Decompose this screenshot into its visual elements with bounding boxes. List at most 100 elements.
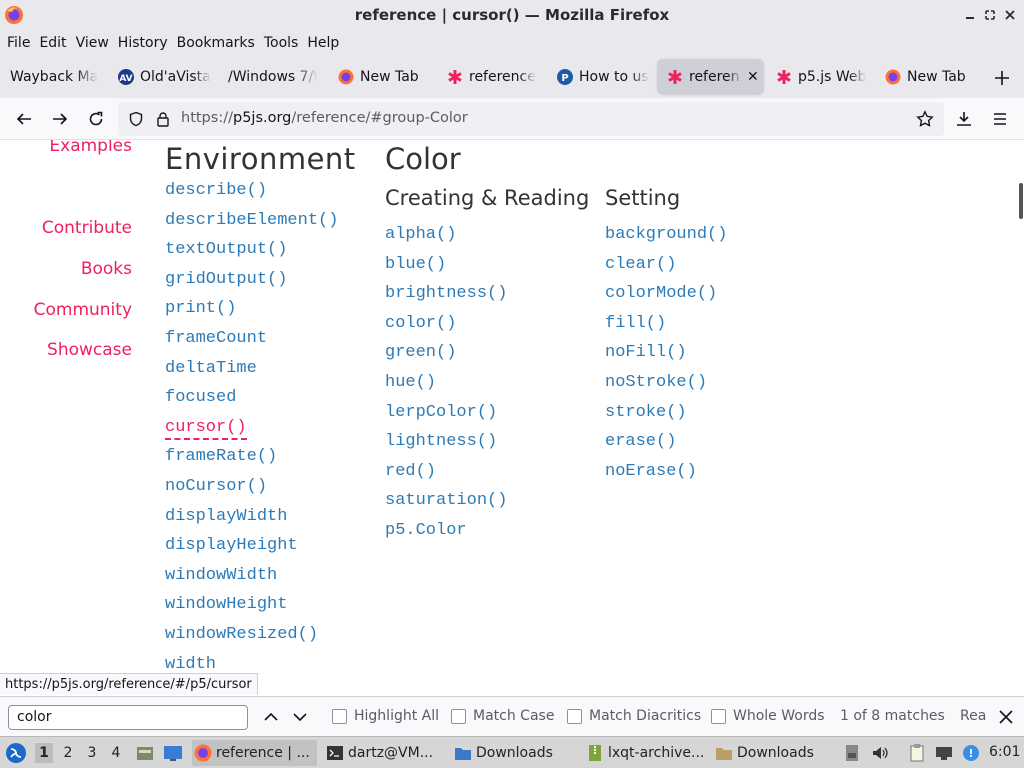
tab-altavista[interactable]: AV Old'aVista [118, 60, 216, 94]
environment-ref-link[interactable]: displayWidth [165, 507, 287, 526]
environment-ref-link[interactable]: width [165, 655, 216, 674]
updates-icon[interactable]: ! [961, 743, 981, 763]
menu-edit[interactable]: Edit [32, 35, 66, 51]
setting-ref-link[interactable]: noErase() [605, 462, 697, 481]
setting-ref-link[interactable]: stroke() [605, 403, 687, 422]
hamburger-menu-icon[interactable] [988, 107, 1012, 131]
clipboard-icon[interactable] [907, 743, 927, 763]
menu-help[interactable]: Help [300, 35, 339, 51]
tab-p5js-web[interactable]: p5.js Web [776, 60, 868, 94]
environment-ref-link[interactable]: describe() [165, 181, 267, 200]
checkbox-box[interactable] [567, 708, 582, 724]
find-previous-chevron-up-icon[interactable] [261, 707, 281, 727]
reload-icon[interactable] [84, 107, 108, 131]
tab-how-to[interactable]: P How to us [557, 60, 649, 94]
close-window-button[interactable] [1001, 6, 1019, 24]
environment-ref-link[interactable]: displayHeight [165, 536, 298, 555]
tab-reference-1[interactable]: reference [447, 60, 545, 94]
environment-ref-link[interactable]: focused [165, 388, 236, 407]
setting-ref-link[interactable]: erase() [605, 432, 676, 451]
environment-ref-link[interactable]: frameCount [165, 329, 267, 348]
setting-ref-link[interactable]: noFill() [605, 343, 687, 362]
tab-windows7[interactable]: /Windows 7/\ [228, 60, 320, 94]
workspace-1[interactable]: 1 [35, 743, 53, 763]
show-desktop-icon[interactable] [163, 743, 183, 763]
match-diacritics-checkbox[interactable]: Match Diacritics [567, 708, 701, 724]
match-case-checkbox[interactable]: Match Case [451, 708, 554, 724]
menu-view[interactable]: View [69, 35, 109, 51]
creating-ref-link[interactable]: alpha() [385, 225, 456, 244]
checkbox-box[interactable] [451, 708, 466, 724]
environment-ref-link[interactable]: windowWidth [165, 566, 277, 585]
setting-ref-link[interactable]: clear() [605, 255, 676, 274]
sidebar-link-community[interactable]: Community [34, 300, 132, 320]
environment-ref-link[interactable]: noCursor() [165, 477, 267, 496]
taskbar-app-lxqt-archiver[interactable]: lxqt-archive... [584, 740, 708, 766]
environment-ref-link[interactable]: describeElement() [165, 211, 338, 230]
environment-ref-link[interactable]: windowResized() [165, 625, 318, 644]
creating-ref-link[interactable]: brightness() [385, 284, 507, 303]
highlight-all-checkbox[interactable]: Highlight All [332, 708, 439, 724]
bookmark-star-icon[interactable] [913, 107, 937, 131]
page-scrollbar-thumb[interactable] [1019, 183, 1023, 219]
setting-ref-link[interactable]: background() [605, 225, 727, 244]
menu-file[interactable]: File [0, 35, 30, 51]
setting-ref-link[interactable]: fill() [605, 314, 666, 333]
downloads-icon[interactable] [952, 107, 976, 131]
maximize-button[interactable] [981, 6, 999, 24]
close-tab-icon[interactable]: ✕ [747, 69, 759, 85]
volume-icon[interactable] [870, 743, 890, 763]
environment-ref-link[interactable]: textOutput() [165, 240, 287, 259]
environment-ref-link[interactable]: cursor() [165, 418, 247, 440]
environment-ref-link[interactable]: print() [165, 299, 236, 318]
tab-wayback[interactable]: Wayback Ma [10, 60, 102, 94]
workspace-3[interactable]: 3 [83, 743, 101, 763]
minimize-button[interactable] [961, 6, 979, 24]
workspace-2[interactable]: 2 [59, 743, 77, 763]
tab-reference-active[interactable]: referen ✕ [658, 60, 763, 94]
sidebar-link-contribute[interactable]: Contribute [42, 218, 132, 238]
network-icon[interactable] [934, 743, 954, 763]
creating-ref-link[interactable]: color() [385, 314, 456, 333]
start-menu-icon[interactable] [5, 742, 26, 763]
environment-ref-link[interactable]: windowHeight [165, 595, 287, 614]
sidebar-link-books[interactable]: Books [81, 259, 132, 279]
url-text[interactable]: https://p5js.org/reference/#group-Color [181, 110, 468, 126]
menu-history[interactable]: History [111, 35, 168, 51]
storage-icon[interactable] [842, 743, 862, 763]
environment-ref-link[interactable]: frameRate() [165, 447, 277, 466]
lock-icon[interactable] [155, 111, 171, 127]
checkbox-box[interactable] [711, 708, 726, 724]
shield-icon[interactable] [128, 111, 144, 127]
creating-ref-link[interactable]: p5.Color [385, 521, 467, 540]
tab-new-tab-2[interactable]: New Tab [885, 60, 975, 94]
menu-tools[interactable]: Tools [257, 35, 299, 51]
forward-arrow-icon[interactable] [48, 107, 72, 131]
sidebar-link-examples[interactable]: Examples [49, 140, 132, 156]
creating-ref-link[interactable]: green() [385, 343, 456, 362]
find-next-chevron-down-icon[interactable] [290, 707, 310, 727]
back-arrow-icon[interactable] [12, 107, 36, 131]
tab-new-tab-1[interactable]: New Tab [338, 60, 438, 94]
menu-bookmarks[interactable]: Bookmarks [170, 35, 255, 51]
taskbar-app-downloads-1[interactable]: Downloads [452, 740, 577, 766]
setting-ref-link[interactable]: noStroke() [605, 373, 707, 392]
creating-ref-link[interactable]: hue() [385, 373, 436, 392]
setting-ref-link[interactable]: colorMode() [605, 284, 717, 303]
environment-ref-link[interactable]: deltaTime [165, 359, 257, 378]
close-find-bar-icon[interactable] [996, 707, 1016, 727]
whole-words-checkbox[interactable]: Whole Words [711, 708, 825, 724]
find-input[interactable]: color [8, 705, 248, 730]
taskbar-app-terminal[interactable]: dartz@VM... [324, 740, 444, 766]
taskbar-app-downloads-2[interactable]: Downloads [713, 740, 833, 766]
taskbar-app-firefox[interactable]: reference | ... [192, 740, 317, 766]
creating-ref-link[interactable]: red() [385, 462, 436, 481]
address-bar[interactable]: https://p5js.org/reference/#group-Color [118, 102, 944, 136]
file-manager-icon[interactable] [135, 743, 155, 763]
creating-ref-link[interactable]: blue() [385, 255, 446, 274]
environment-ref-link[interactable]: gridOutput() [165, 270, 287, 289]
creating-ref-link[interactable]: lerpColor() [385, 403, 497, 422]
creating-ref-link[interactable]: saturation() [385, 491, 507, 510]
creating-ref-link[interactable]: lightness() [385, 432, 497, 451]
workspace-4[interactable]: 4 [107, 743, 125, 763]
